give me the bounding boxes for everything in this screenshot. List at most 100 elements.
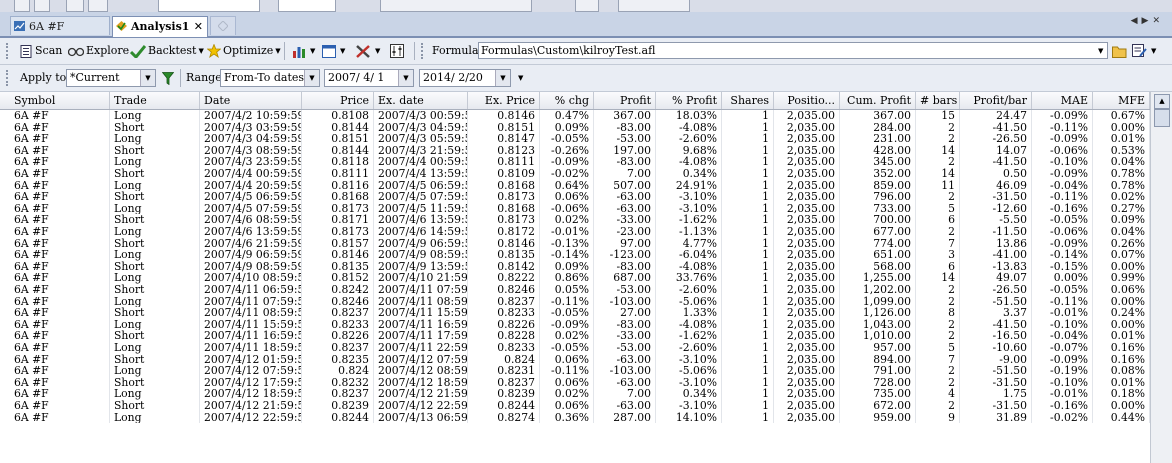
table-row[interactable]: 6A #F Short 2007/4/4 00:59:59 0.8111 2007/4/… bbox=[0, 168, 1150, 180]
tools-button[interactable]: ▼ bbox=[355, 42, 380, 60]
column-header-trade[interactable]: Trade bbox=[110, 92, 200, 109]
table-row[interactable]: 6A #F Long 2007/4/9 06:59:59 0.8146 2007/4/9… bbox=[0, 249, 1150, 261]
scroll-up-icon[interactable]: ▲ bbox=[1154, 94, 1170, 109]
forward-icon[interactable] bbox=[34, 0, 50, 12]
column-header-symbol[interactable]: Symbol bbox=[10, 92, 110, 109]
table-row[interactable]: 6A #F Long 2007/4/3 04:59:59 0.8151 2007/4/3… bbox=[0, 133, 1150, 145]
column-header-ex-date[interactable]: Ex. date bbox=[374, 92, 468, 109]
chevron-down-icon[interactable]: ▼ bbox=[1151, 47, 1156, 55]
tab-analysis[interactable]: Analysis1 ✕ bbox=[112, 16, 208, 37]
window-layout-button[interactable]: ▼ bbox=[322, 42, 345, 60]
cell-ex-date: 2007/4/6 14:59:59 bbox=[374, 226, 468, 238]
table-row[interactable]: 6A #F Short 2007/4/3 03:59:59 0.8144 2007/4/… bbox=[0, 121, 1150, 134]
cell-mfe: 0.78% bbox=[1093, 168, 1150, 180]
tab-scroll-arrows[interactable]: ◀▶✕ bbox=[1131, 16, 1164, 26]
vertical-scrollbar[interactable]: ▲ bbox=[1150, 92, 1172, 463]
cell-date: 2007/4/12 01:59:59 bbox=[200, 353, 302, 366]
range-select[interactable]: From-To dates ▼ bbox=[220, 69, 320, 87]
formula-path-input[interactable]: Formulas\Custom\kilroyTest.afl bbox=[478, 42, 1108, 59]
column-header-cum-profit[interactable]: Cum. Profit bbox=[840, 92, 916, 109]
cell-ex-price: 0.8231 bbox=[468, 365, 540, 377]
back-icon[interactable] bbox=[14, 0, 30, 12]
chevron-down-icon[interactable]: ▼ bbox=[310, 47, 315, 55]
table-row[interactable]: 6A #F Long 2007/4/11 07:59:59 0.8246 2007/4/… bbox=[0, 295, 1150, 308]
column-header-bars[interactable]: # bars bbox=[916, 92, 960, 109]
table-row[interactable]: 6A #F Short 2007/4/3 08:59:59 0.8144 2007/4/… bbox=[0, 144, 1150, 157]
color-picker-icon[interactable] bbox=[575, 0, 599, 12]
chevron-down-icon[interactable]: ▼ bbox=[304, 70, 319, 86]
table-row[interactable]: 6A #F Short 2007/4/11 16:59:59 0.8226 2007/4… bbox=[0, 330, 1150, 342]
new-tab-button[interactable] bbox=[210, 16, 236, 35]
table-row[interactable]: 6A #F Long 2007/4/6 13:59:59 0.8173 2007/4/6… bbox=[0, 226, 1150, 238]
table-row[interactable]: 6A #F Long 2007/4/3 23:59:59 0.8118 2007/4/4… bbox=[0, 156, 1150, 168]
chevron-down-icon[interactable]: ▼ bbox=[198, 47, 203, 55]
column-header-position[interactable]: Positio... bbox=[774, 92, 840, 109]
symbol-select[interactable] bbox=[278, 0, 336, 12]
table-row[interactable]: 6A #F Long 2007/4/4 20:59:59 0.8116 2007/4/5… bbox=[0, 179, 1150, 192]
table-row[interactable]: 6A #F Short 2007/4/11 06:59:59 0.8242 2007/4… bbox=[0, 284, 1150, 296]
tab-chart[interactable]: 6A #F (Hourly) bbox=[10, 16, 110, 52]
table-row[interactable]: 6A #F Short 2007/4/12 21:59:59 0.8239 2007/4… bbox=[0, 400, 1150, 412]
open-formula-button[interactable] bbox=[1112, 42, 1130, 60]
table-row[interactable]: 6A #F Short 2007/4/9 08:59:59 0.8135 2007/4/… bbox=[0, 260, 1150, 273]
cell-symbol: 6A #F bbox=[10, 226, 110, 238]
cell-symbol: 6A #F bbox=[10, 260, 110, 273]
interval-select[interactable] bbox=[158, 0, 260, 12]
table-row[interactable]: 6A #F Long 2007/4/12 18:59:59 0.8237 2007/4/… bbox=[0, 388, 1150, 400]
table-row[interactable]: 6A #F Short 2007/4/11 08:59:59 0.8237 2007/4… bbox=[0, 307, 1150, 319]
parameters-button[interactable] bbox=[390, 42, 406, 60]
column-header-price[interactable]: Price bbox=[302, 92, 374, 109]
toolbar-grip[interactable] bbox=[6, 70, 11, 86]
cell-ex-date: 2007/4/9 08:59:59 bbox=[374, 249, 468, 261]
filter-button[interactable] bbox=[162, 69, 176, 87]
column-header-pct-chg[interactable]: % chg bbox=[540, 92, 594, 109]
column-header-date[interactable]: Date bbox=[200, 92, 302, 109]
table-row[interactable]: 6A #F Short 2007/4/6 21:59:59 0.8157 2007/4/… bbox=[0, 237, 1150, 250]
apply-to-select[interactable]: *Current ▼ bbox=[66, 69, 156, 87]
formula-dropdown-button[interactable]: ▼ bbox=[1096, 42, 1103, 60]
column-header-profit-per-bar[interactable]: Profit/bar bbox=[960, 92, 1032, 109]
column-header-mae[interactable]: MAE bbox=[1032, 92, 1093, 109]
info-icon[interactable] bbox=[66, 0, 84, 12]
table-row[interactable]: 6A #F Short 2007/4/12 01:59:59 0.8235 2007/4… bbox=[0, 353, 1150, 366]
to-date-picker[interactable]: 2014/ 2/20 ▼ bbox=[419, 69, 511, 87]
chevron-down-icon[interactable]: ▼ bbox=[275, 47, 280, 55]
explore-button[interactable]: Explore bbox=[68, 42, 129, 60]
table-row[interactable]: 6A #F Long 2007/4/11 15:59:59 0.8233 2007/4/… bbox=[0, 318, 1150, 331]
table-row[interactable]: 6A #F Long 2007/4/5 07:59:59 0.8173 2007/4/5… bbox=[0, 202, 1150, 215]
chevron-down-icon[interactable]: ▼ bbox=[495, 70, 510, 86]
from-date-picker[interactable]: 2007/ 4/ 1 ▼ bbox=[324, 69, 414, 87]
table-row[interactable]: 6A #F Long 2007/4/11 18:59:59 0.8237 2007/4/… bbox=[0, 342, 1150, 354]
layout-icon[interactable] bbox=[88, 0, 108, 12]
table-row[interactable]: 6A #F Short 2007/4/5 06:59:59 0.8168 2007/4/… bbox=[0, 191, 1150, 203]
column-header-profit[interactable]: Profit bbox=[594, 92, 656, 109]
table-row[interactable]: 6A #F Short 2007/4/6 08:59:59 0.8171 2007/4/… bbox=[0, 214, 1150, 226]
cell-date: 2007/4/9 08:59:59 bbox=[200, 260, 302, 273]
column-header-pct-profit[interactable]: % Profit bbox=[656, 92, 722, 109]
table-row[interactable]: 6A #F Short 2007/4/12 17:59:59 0.8232 2007/4… bbox=[0, 376, 1150, 389]
table-row[interactable]: 6A #F Long 2007/4/2 10:59:59 0.8108 2007/4/3… bbox=[0, 110, 1150, 122]
table-row[interactable]: 6A #F Long 2007/4/10 08:59:59 0.8152 2007/4/… bbox=[0, 272, 1150, 284]
cell-ex-price: 0.8237 bbox=[468, 295, 540, 308]
chevron-down-icon[interactable]: ▼ bbox=[375, 47, 380, 55]
range-options-button[interactable]: ▼ bbox=[516, 69, 523, 87]
optimize-button[interactable]: Optimize ▼ bbox=[207, 42, 281, 60]
chevron-down-icon[interactable]: ▼ bbox=[340, 47, 345, 55]
column-header-mfe[interactable]: MFE bbox=[1093, 92, 1150, 109]
column-header-ex-price[interactable]: Ex. Price bbox=[468, 92, 540, 109]
close-icon[interactable]: ✕ bbox=[194, 17, 203, 36]
chart-report-button[interactable]: ▼ bbox=[292, 42, 315, 60]
table-row[interactable]: 6A #F Long 2007/4/12 22:59:59 0.8244 2007/4/… bbox=[0, 411, 1150, 424]
table-row[interactable]: 6A #F Long 2007/4/12 07:59:59 0.824 2007/4/1… bbox=[0, 365, 1150, 377]
scroll-thumb[interactable] bbox=[1154, 109, 1170, 127]
edit-formula-button[interactable]: ▼ bbox=[1132, 42, 1156, 60]
chevron-down-icon[interactable]: ▼ bbox=[398, 70, 413, 86]
toolbar-grip[interactable] bbox=[6, 43, 11, 59]
toolbar-grip[interactable] bbox=[421, 43, 426, 59]
column-header-shares[interactable]: Shares bbox=[722, 92, 774, 109]
drawing-tools[interactable] bbox=[380, 0, 532, 12]
scan-button[interactable]: Scan bbox=[20, 42, 62, 60]
chevron-down-icon[interactable]: ▼ bbox=[140, 70, 155, 86]
pen-tools[interactable] bbox=[618, 0, 690, 12]
backtest-button[interactable]: Backtest ▼ bbox=[130, 42, 204, 60]
